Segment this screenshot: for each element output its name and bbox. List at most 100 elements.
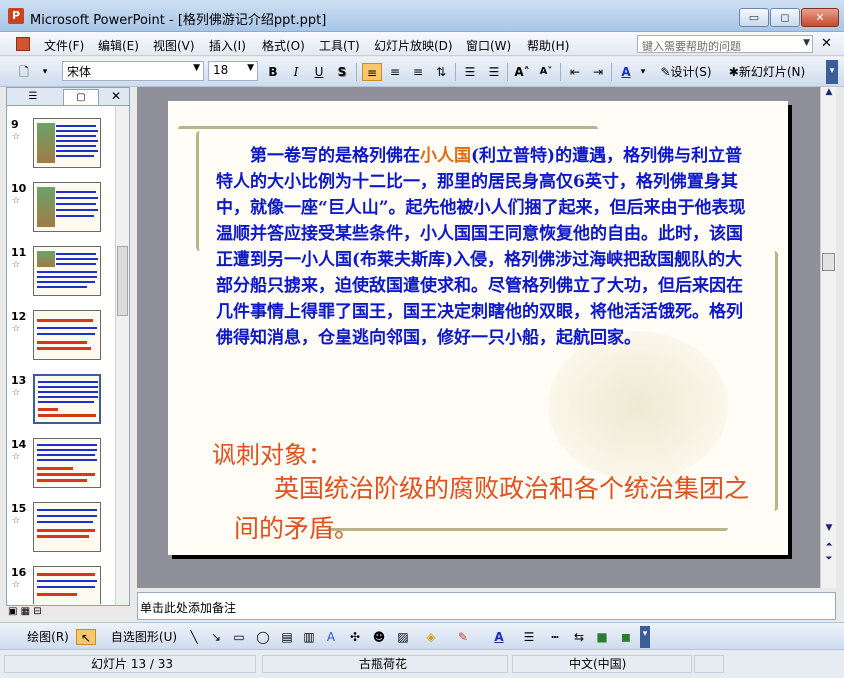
- language-indicator: 中文(中国): [512, 655, 692, 673]
- tab-outline[interactable]: ☰: [15, 89, 51, 105]
- notes-pane[interactable]: 单击此处添加备注: [137, 592, 836, 620]
- picture-icon[interactable]: ▨: [394, 629, 412, 645]
- scrollbar-thumb[interactable]: [822, 253, 835, 271]
- document-icon[interactable]: [16, 37, 30, 51]
- slide-number: 12: [11, 310, 27, 323]
- menu-insert[interactable]: 插入(I): [209, 37, 246, 54]
- menu-tools[interactable]: 工具(T): [319, 37, 360, 54]
- dash-style-icon[interactable]: ┅: [546, 629, 564, 645]
- align-center-icon[interactable]: ≡: [385, 63, 405, 81]
- increase-font-icon[interactable]: A˄: [512, 63, 532, 81]
- rectangle-icon[interactable]: ▭: [230, 629, 248, 645]
- slide-thumbnail[interactable]: 15 ☆: [11, 502, 111, 558]
- scroll-down-icon[interactable]: ▼: [823, 523, 835, 533]
- slide-thumbnail[interactable]: 12 ☆: [11, 310, 111, 366]
- maximize-button[interactable]: ◻: [770, 8, 800, 27]
- bold-button[interactable]: B: [263, 63, 283, 81]
- shadow-button[interactable]: S: [332, 63, 352, 81]
- font-color-icon[interactable]: A: [616, 63, 636, 81]
- toolbar-options-button[interactable]: ▾: [826, 60, 838, 84]
- arrow-style-icon[interactable]: ⇆: [570, 629, 588, 645]
- slideshow-icon[interactable]: ⊟: [33, 606, 41, 617]
- menu-help[interactable]: 帮助(H): [527, 37, 569, 54]
- normal-view-icon[interactable]: ▣: [8, 606, 17, 617]
- slide-preview: [33, 566, 101, 604]
- arrow-icon[interactable]: ↘: [208, 629, 224, 645]
- line-color-icon[interactable]: ✎: [454, 629, 472, 645]
- align-right-icon[interactable]: ≡: [408, 63, 428, 81]
- slide-thumbnail[interactable]: 11 ☆: [11, 246, 111, 302]
- font-size-select[interactable]: 18 ▼: [208, 61, 258, 81]
- underline-button[interactable]: U: [309, 63, 329, 81]
- tab-slides[interactable]: ▢: [63, 89, 99, 105]
- close-pane-button[interactable]: ✕: [111, 89, 121, 103]
- draw-menu-button[interactable]: 绘图(R): [18, 629, 78, 645]
- menu-window[interactable]: 窗口(W): [466, 37, 511, 54]
- slide-thumbnail[interactable]: 9 ☆: [11, 118, 111, 174]
- clipart-icon[interactable]: ☻: [370, 629, 388, 645]
- notes-placeholder: 单击此处添加备注: [140, 601, 237, 615]
- star-icon: ☆: [12, 324, 21, 334]
- numbering-icon[interactable]: ☰: [460, 63, 480, 81]
- scrollbar-thumb[interactable]: [117, 246, 128, 316]
- scroll-up-icon[interactable]: ▲: [823, 87, 835, 97]
- bullets-icon[interactable]: ☰: [484, 63, 504, 81]
- help-search-input[interactable]: 键入需要帮助的问题 ▼: [637, 35, 813, 53]
- chevron-down-icon[interactable]: ▾: [38, 63, 52, 81]
- previous-slide-icon[interactable]: ⏶: [823, 540, 835, 550]
- slide-thumbnail-selected[interactable]: 13 ☆: [11, 374, 111, 430]
- font-size-value: 18: [213, 63, 229, 77]
- next-slide-icon[interactable]: ⏷: [823, 554, 835, 564]
- slide-number: 16: [11, 566, 27, 579]
- select-pointer-icon[interactable]: ↖: [76, 629, 96, 645]
- close-window-button[interactable]: ✕: [801, 8, 839, 27]
- decrease-font-icon[interactable]: A˅: [536, 63, 556, 81]
- chevron-down-icon[interactable]: ▾: [638, 63, 648, 81]
- close-document-button[interactable]: ✕: [821, 36, 832, 51]
- design-button[interactable]: ✎设计(S): [656, 63, 716, 81]
- italic-button[interactable]: I: [286, 63, 306, 81]
- oval-icon[interactable]: ◯: [254, 629, 272, 645]
- menu-view[interactable]: 视图(V): [153, 37, 195, 54]
- slide-sorter-icon[interactable]: ▦: [21, 606, 30, 617]
- 3d-style-icon[interactable]: ◼: [618, 629, 634, 645]
- chevron-down-icon: ▼: [193, 63, 200, 73]
- menu-slideshow[interactable]: 幻灯片放映(D): [374, 37, 453, 54]
- line-style-icon[interactable]: ☰: [520, 629, 538, 645]
- slide-thumbnail[interactable]: 14 ☆: [11, 438, 111, 494]
- wordart-icon[interactable]: A: [322, 629, 340, 645]
- slide-vertical-scrollbar[interactable]: ▲ ▼ ⏶ ⏷: [820, 87, 836, 588]
- decrease-indent-icon[interactable]: ⇤: [565, 63, 585, 81]
- font-name-select[interactable]: 宋体 ▼: [62, 61, 204, 81]
- line-icon[interactable]: ╲: [186, 629, 202, 645]
- slide-thumbnail[interactable]: 16 ☆: [11, 566, 111, 604]
- thumbnails-scrollbar[interactable]: [115, 106, 129, 605]
- toolbar-options-button[interactable]: ▾: [640, 626, 650, 648]
- autoshapes-button[interactable]: 自选图形(U): [104, 629, 184, 645]
- slide-canvas[interactable]: 第一卷写的是格列佛在小人国(利立普特)的遭遇，格列佛与利立普特人的大小比例为十二…: [168, 101, 788, 555]
- slide-body-text[interactable]: 第一卷写的是格列佛在小人国(利立普特)的遭遇，格列佛与利立普特人的大小比例为十二…: [216, 143, 748, 351]
- increase-indent-icon[interactable]: ⇥: [588, 63, 608, 81]
- diagram-icon[interactable]: ✣: [346, 629, 364, 645]
- drawing-toolbar: 绘图(R) ↖ 自选图形(U) ╲ ↘ ▭ ◯ ▤ ▥ A ✣ ☻ ▨ ◈ ✎ …: [0, 622, 844, 650]
- minimize-button[interactable]: ▭: [739, 8, 769, 27]
- separator: [507, 63, 508, 81]
- shadow-style-icon[interactable]: ■: [594, 629, 610, 645]
- satire-text[interactable]: 英国统治阶级的腐败政治和各个统治集团之间的矛盾。: [234, 469, 754, 549]
- slide-thumbnail[interactable]: 10 ☆: [11, 182, 111, 238]
- fill-color-icon[interactable]: ◈: [422, 629, 440, 645]
- vertical-textbox-icon[interactable]: ▥: [300, 629, 318, 645]
- menu-file[interactable]: 文件(F): [44, 37, 84, 54]
- menu-edit[interactable]: 编辑(E): [98, 37, 139, 54]
- font-color-icon[interactable]: A: [490, 629, 508, 645]
- new-file-icon[interactable]: 🗋: [14, 63, 34, 81]
- text-direction-icon[interactable]: ⇅: [431, 63, 451, 81]
- satire-heading[interactable]: 讽刺对象：: [212, 435, 332, 470]
- textbox-icon[interactable]: ▤: [278, 629, 296, 645]
- new-slide-button[interactable]: ✱新幻灯片(N): [722, 63, 812, 81]
- align-left-icon[interactable]: ≡: [362, 63, 382, 81]
- menu-format[interactable]: 格式(O): [262, 37, 305, 54]
- separator: [356, 63, 357, 81]
- slide-preview: [33, 118, 101, 168]
- chevron-down-icon[interactable]: ▼: [803, 38, 810, 48]
